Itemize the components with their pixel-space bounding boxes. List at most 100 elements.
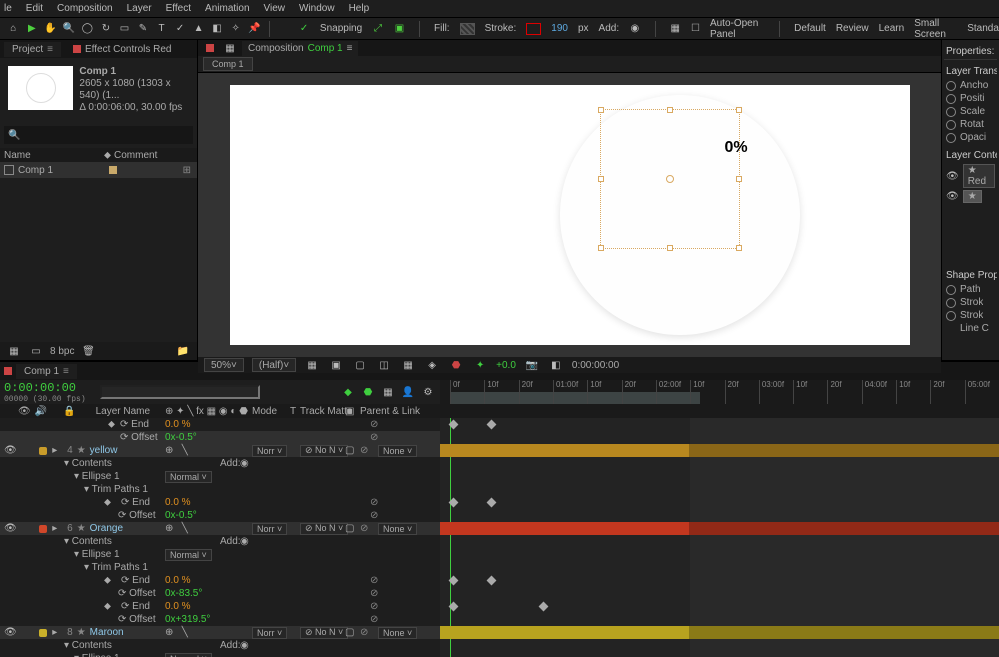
keyframe-nav-icon[interactable]: ⬥ [104, 601, 111, 612]
ruler-tick[interactable]: 20f [622, 380, 656, 404]
orbit-icon[interactable]: ◯ [80, 21, 95, 37]
prop-opacity[interactable]: Opaci [944, 131, 997, 144]
timeline-search[interactable] [100, 385, 260, 399]
handle-mr[interactable] [736, 176, 742, 182]
keyframe[interactable] [449, 420, 459, 430]
eye-icon[interactable]: 👁 [4, 523, 17, 534]
parent-dropdown[interactable]: None ˅ [378, 523, 417, 535]
bpc-label[interactable]: 8 bpc [50, 346, 74, 357]
stroke-swatch[interactable] [526, 23, 541, 35]
matte-icon[interactable]: ▣ [345, 406, 354, 417]
pen-icon[interactable]: ✎ [136, 21, 151, 37]
stopwatch-icon[interactable] [946, 81, 956, 91]
eraser-icon[interactable]: ◧ [210, 21, 225, 37]
stopwatch-icon[interactable] [946, 298, 956, 308]
exposure-reset-icon[interactable]: ✦ [472, 357, 488, 373]
mask-icon[interactable]: ▢ [352, 357, 368, 373]
prop-scale[interactable]: Scale [944, 105, 997, 118]
fx-icon[interactable]: ⚙ [420, 384, 436, 400]
matte-dropdown[interactable]: ⊘ No N ˅ [300, 445, 348, 457]
ruler-tick[interactable]: 04:00f [862, 380, 896, 404]
rect-icon[interactable]: ▭ [117, 21, 132, 37]
ruler-tick[interactable]: 20f [930, 380, 964, 404]
menu-view[interactable]: View [264, 3, 286, 14]
add-menu-icon[interactable]: ◉ [240, 536, 249, 547]
stopwatch-icon[interactable] [946, 120, 956, 130]
ruler-tick[interactable]: 10f [896, 380, 930, 404]
auto-open-check[interactable]: ☐ [691, 23, 700, 34]
resolution-dropdown[interactable]: (Half) ˅ [252, 358, 296, 372]
project-tab[interactable]: Project≡ [4, 42, 61, 57]
keyframe[interactable] [539, 602, 549, 612]
mode-dropdown[interactable]: Norr ˅ [252, 627, 287, 639]
canvas[interactable]: 0% [230, 85, 910, 345]
layer-transforms-section[interactable]: Layer Transfor [944, 64, 997, 79]
graph-icon[interactable]: ◆ [340, 384, 356, 400]
effect-controls-tab[interactable]: Effect Controls Red [65, 42, 180, 57]
shape-properties-section[interactable]: Shape Properti [944, 268, 997, 283]
workspace-default[interactable]: Default [794, 23, 826, 34]
prop-stroke-width[interactable]: Strok [944, 309, 997, 322]
time-ruler[interactable]: 0f10f20f01:00f10f20f02:00f10f20f03:00f10… [440, 380, 999, 404]
handle-tl[interactable] [598, 107, 604, 113]
ruler-tick[interactable]: 03:00f [759, 380, 793, 404]
stopwatch-icon[interactable] [946, 133, 956, 143]
grid-icon[interactable]: ▦ [400, 357, 416, 373]
audio-column-icon[interactable]: 🔊 [35, 406, 47, 417]
mb-icon[interactable]: ⬣ [360, 384, 376, 400]
ruler-tick[interactable]: 10f [484, 380, 518, 404]
panel-menu-icon[interactable]: ≡ [63, 366, 69, 377]
keyframe[interactable] [449, 498, 459, 508]
add-menu-icon[interactable]: ◉ [240, 640, 249, 651]
snapshot-icon[interactable]: 📷 [524, 357, 540, 373]
brush-icon[interactable]: ✓ [173, 21, 188, 37]
ruler-tick[interactable]: 02:00f [656, 380, 690, 404]
eye-column-icon[interactable]: 👁 [18, 406, 31, 417]
eye-icon[interactable]: 👁 [4, 627, 17, 638]
ruler-tick[interactable]: 20f [725, 380, 759, 404]
zoom-icon[interactable]: 🔍 [62, 21, 77, 37]
fill-swatch[interactable] [460, 23, 475, 35]
workspace-review[interactable]: Review [836, 23, 869, 34]
parent-dropdown[interactable]: None ˅ [378, 627, 417, 639]
comment-column[interactable]: Comment [114, 150, 157, 161]
menu-help[interactable]: Help [349, 3, 370, 14]
viewer[interactable]: 0% [198, 73, 941, 357]
eye-icon[interactable]: 👁 [946, 171, 959, 182]
menu-file[interactable]: le [4, 3, 12, 14]
label-swatch[interactable] [39, 447, 47, 455]
panel-menu-icon[interactable]: ≡ [47, 44, 53, 55]
keyframe[interactable] [449, 576, 459, 586]
prop-path[interactable]: Path [944, 283, 997, 296]
panel-grid-icon[interactable]: ▦ [669, 21, 681, 37]
handle-tr[interactable] [736, 107, 742, 113]
label-swatch[interactable] [109, 166, 117, 174]
workspace-standard[interactable]: Standa [967, 23, 999, 34]
handle-br[interactable] [736, 245, 742, 251]
label-column-icon[interactable]: ⬥ [104, 150, 114, 161]
hand-icon[interactable]: ✋ [43, 21, 58, 37]
anchor-point-icon[interactable] [666, 175, 674, 183]
timecode[interactable]: 0:00:00:00 [4, 381, 86, 395]
roto-icon[interactable]: ✧ [228, 21, 243, 37]
mode-column[interactable]: Mode [252, 406, 277, 417]
blend-mode-dropdown[interactable]: Normal ˅ [165, 471, 212, 483]
eye-icon[interactable]: 👁 [946, 191, 959, 202]
exposure-value[interactable]: +0.0 [496, 360, 516, 371]
project-thumbnail[interactable] [8, 66, 73, 110]
comp-viewer-icon[interactable]: ▦ [222, 40, 238, 56]
pickwhip-icon[interactable]: ⊘ [360, 523, 368, 534]
handle-ml[interactable] [598, 176, 604, 182]
snapping-check[interactable]: ✓ [298, 21, 310, 37]
prop-stroke-color[interactable]: Strok [944, 296, 997, 309]
lock-column-icon[interactable]: 🔒 [63, 406, 75, 417]
shy-icon[interactable]: 👤 [400, 384, 416, 400]
bpc-icon[interactable]: ▭ [28, 343, 44, 359]
add-menu-icon[interactable]: ◉ [240, 458, 249, 469]
interpret-icon[interactable]: ▦ [6, 343, 22, 359]
composition-tab[interactable]: Composition Comp 1 ≡ [242, 41, 358, 56]
ruler-tick[interactable]: 05:00f [965, 380, 999, 404]
snap-opt2-icon[interactable]: ▣ [394, 21, 406, 37]
snap-opt1-icon[interactable]: ⤢ [372, 21, 384, 37]
label-swatch[interactable] [39, 629, 47, 637]
